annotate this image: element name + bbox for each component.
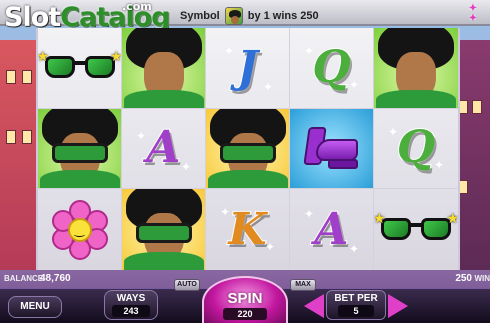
game-stage: Symbol by 1 wins 250 SlotCatalog .com ✦ ✦… (0, 0, 490, 323)
background-building-left (0, 40, 40, 270)
reel-area: ★ ★ ‿ (36, 28, 460, 270)
symbol-man-green (122, 28, 205, 109)
symbol-letter-a: A ✦ ✦ (304, 203, 359, 256)
spin-button[interactable]: SPIN 220 (202, 276, 288, 323)
building-window (22, 130, 32, 144)
win-message-prefix: Symbol (180, 10, 220, 22)
symbol-letter-a: A ✦ ✦ (122, 109, 205, 190)
total-bet-value: 220 (223, 308, 267, 320)
symbol-letter-q: Q ✦ ✦ (374, 109, 458, 190)
balance-label: BALANCE (4, 274, 44, 283)
win-message: Symbol by 1 wins 250 (180, 7, 319, 25)
win-value: 250 (455, 273, 472, 284)
bet-per-label: BET PER (334, 293, 378, 304)
logo-suffix: .com (122, 0, 152, 13)
win-label: WIN (474, 274, 490, 283)
balance-value: 48,760 (40, 273, 71, 284)
symbol-man-yellow-winning (206, 108, 289, 190)
symbol-letter-q: Q ✦ ✦ (290, 28, 373, 109)
bet-increase-arrow-icon[interactable] (388, 294, 408, 318)
ways-value: 243 (112, 305, 150, 317)
game-logo-icon: ✦ ✦ (468, 3, 478, 24)
symbol-flower: ‿ (38, 189, 121, 270)
reel-5: Q ✦ ✦ ★ ★ (374, 28, 458, 270)
symbol-glasses: ★ ★ (374, 189, 458, 270)
building-window (472, 100, 482, 114)
win-message-suffix: by 1 wins 250 (247, 10, 319, 22)
symbol-letter-k: K ✦ ✦ (220, 203, 275, 255)
symbol-man-green (374, 28, 458, 109)
reel-1: ★ ★ ‿ (38, 28, 122, 270)
flower-icon: ‿ (50, 199, 110, 260)
spin-label: SPIN (227, 290, 263, 307)
bet-decrease-arrow-icon[interactable] (304, 294, 324, 318)
bet-per-value: 5 (338, 305, 374, 317)
reel-3: J ✦ ✦ K ✦ ✦ (206, 28, 290, 270)
menu-button[interactable]: MENU (8, 296, 62, 318)
max-bet-button[interactable]: MAX (290, 279, 316, 291)
symbol-man-yellow (122, 189, 205, 270)
building-window (6, 70, 16, 84)
sunglasses-icon: ★ ★ (374, 210, 458, 242)
symbol-thumbnail-icon (224, 7, 243, 25)
building-window (22, 70, 32, 84)
reel-4: Q ✦ ✦ A ✦ ✦ (290, 28, 374, 270)
bet-per-display: BET PER 5 (326, 290, 386, 320)
symbol-man-green-winning (38, 108, 121, 190)
ways-label: WAYS (116, 293, 146, 304)
building-window (6, 130, 16, 144)
reel-2: A ✦ ✦ (122, 28, 206, 270)
sunglasses-icon: ★ ★ (38, 48, 121, 80)
symbol-glasses: ★ ★ (38, 28, 121, 109)
symbol-letter-j: J ✦ ✦ (206, 28, 289, 109)
auto-spin-button[interactable]: AUTO (174, 279, 200, 291)
high-heel-shoe-icon (302, 125, 360, 171)
ways-display: WAYS 243 (104, 290, 158, 320)
symbol-shoe (290, 108, 373, 190)
